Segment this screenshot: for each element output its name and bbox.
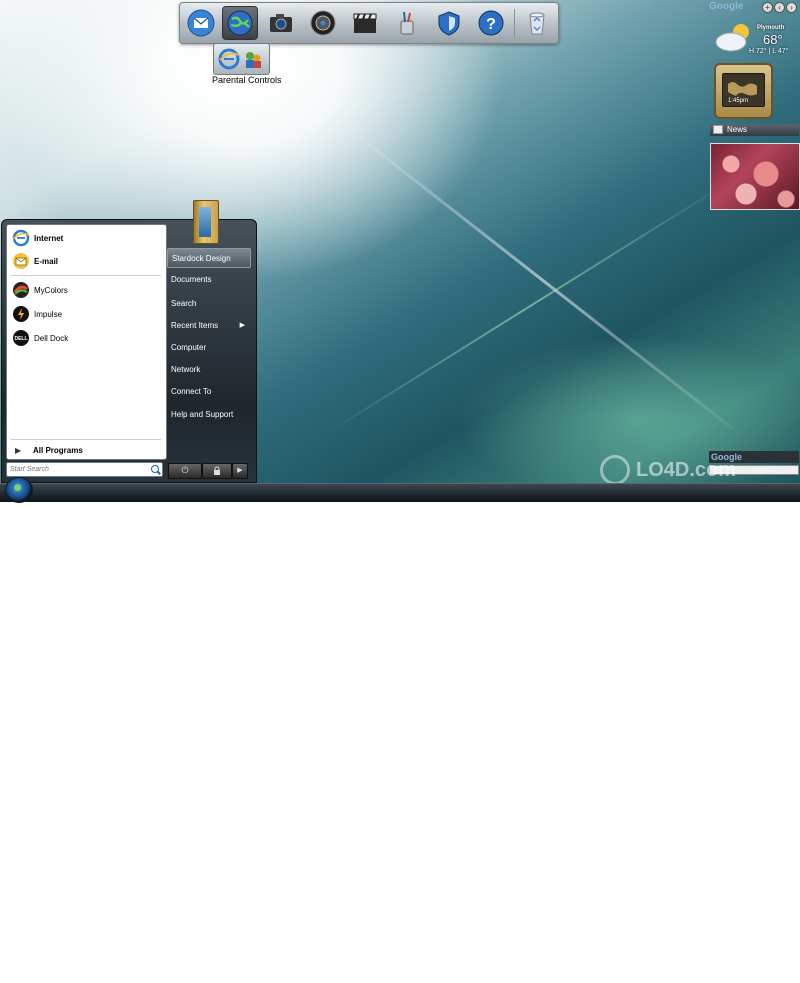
documents-label: Documents [171,274,212,284]
shutdown-options-button[interactable]: ▶ [232,463,248,479]
parental-controls-label: Parental Controls [212,75,282,85]
search-label: Search [171,298,197,308]
mail-icon[interactable] [184,7,218,39]
recent-program-label: MyColors [34,285,68,295]
connect-to-label: Connect To [171,386,212,396]
power-icon: ⏻ [181,465,189,475]
weather-city: Plymouth [757,25,785,31]
recent-program-label: Impulse [34,309,63,319]
system-tray: 1:45 PM [738,969,800,983]
recycle-bin-icon[interactable] [520,7,554,39]
chevron-right-icon: ▶ [237,467,243,474]
right-item-connect-to[interactable]: Connect To [167,382,249,400]
wallpaper-light-streak-2 [330,180,730,432]
world-clock-time: 1:45pm [728,98,749,104]
pinned-email[interactable]: E-mail [9,250,164,272]
chevron-right-icon: ▶ [239,322,245,329]
internet-explorer-icon [12,229,30,247]
programs-divider [11,275,161,276]
email-client-icon [13,253,29,269]
weather-gadget[interactable]: Plymouth 68° H 72° | L 47° [713,18,799,58]
mycolors-icon [13,282,29,298]
start-button-windows-icon[interactable] [5,477,33,503]
security-shield-icon[interactable] [432,7,466,39]
world-clock-gadget[interactable]: 1:45pm [714,63,773,119]
weather-temperature: 68° [763,32,783,47]
watermark-globe-icon [600,455,630,485]
lock-button[interactable] [202,463,232,479]
slideshow-photo-gadget[interactable] [710,143,800,210]
internet-explorer-icon[interactable] [218,48,240,70]
impulse-icon [13,306,29,322]
right-item-recent-items[interactable]: Recent Items ▶ [167,316,249,334]
user-folder-label: Stardock Design [172,253,231,263]
all-programs-divider [11,439,161,440]
svg-text:DELL: DELL [14,336,27,342]
pinned-internet-label: Internet [34,233,64,243]
lock-icon [214,466,220,475]
weather-high-low: H 72° | L 47° [749,48,789,55]
news-gadget[interactable]: News [710,124,799,136]
dell-dock-icon: DELL [13,330,29,346]
right-item-search[interactable]: Search [167,294,249,312]
svg-text:?: ? [486,16,496,33]
accessories-icon[interactable] [390,7,424,39]
recent-program-mycolors[interactable]: MyColors [9,279,164,301]
dock-separator [514,9,515,37]
start-menu-programs-pane: Internet E-mail MyColors Impulse DELL De… [6,224,167,460]
chevron-right-icon: ▶ [15,445,22,455]
recent-program-label: Dell Dock [34,333,69,343]
help-icon[interactable]: ? [474,7,508,39]
taskbar: 1:45 PM [0,483,800,978]
right-item-help-support[interactable]: Help and Support [167,405,249,423]
start-search-box [6,462,163,477]
computer-label: Computer [171,342,207,352]
right-item-network[interactable]: Network [167,360,249,378]
start-search-input[interactable] [10,464,140,475]
right-item-user-folder[interactable]: Stardock Design [167,248,251,268]
sidebar-prev-icon[interactable]: ‹ [774,2,785,13]
pinned-email-label: E-mail [34,256,59,266]
parental-controls-icon[interactable] [242,48,264,70]
sidebar-add-icon[interactable]: + [762,2,773,13]
recent-items-label: Recent Items [171,320,219,330]
search-icon[interactable] [151,465,159,473]
camera-icon[interactable] [264,7,298,39]
news-icon [713,125,723,134]
all-programs-label: All Programs [33,445,83,455]
user-picture [193,200,219,244]
taskbar-clock[interactable]: 1:45 PM [770,971,796,978]
watermark-text: LO4D.com [636,459,737,481]
sidebar-google-logo: Google [709,1,744,12]
internet-globe-icon[interactable] [222,6,258,40]
recent-program-impulse[interactable]: Impulse [9,303,164,325]
power-button[interactable]: ⏻ [168,463,202,479]
pinned-internet[interactable]: Internet [9,227,164,249]
network-label: Network [171,364,201,374]
news-label: News [727,125,748,134]
help-support-label: Help and Support [171,409,234,419]
application-dock: ? [179,2,559,44]
right-item-documents[interactable]: Documents [167,270,249,288]
sidebar-next-icon[interactable]: › [786,2,797,13]
dock-stack-popup [213,43,270,75]
right-item-computer[interactable]: Computer [167,338,249,356]
video-clapper-icon[interactable] [348,7,382,39]
all-programs-button[interactable]: ▶ All Programs [9,443,164,457]
speaker-icon[interactable] [306,7,340,39]
wallpaper-light-streak [338,120,750,443]
recent-program-dell-dock[interactable]: DELL Dell Dock [9,327,164,349]
